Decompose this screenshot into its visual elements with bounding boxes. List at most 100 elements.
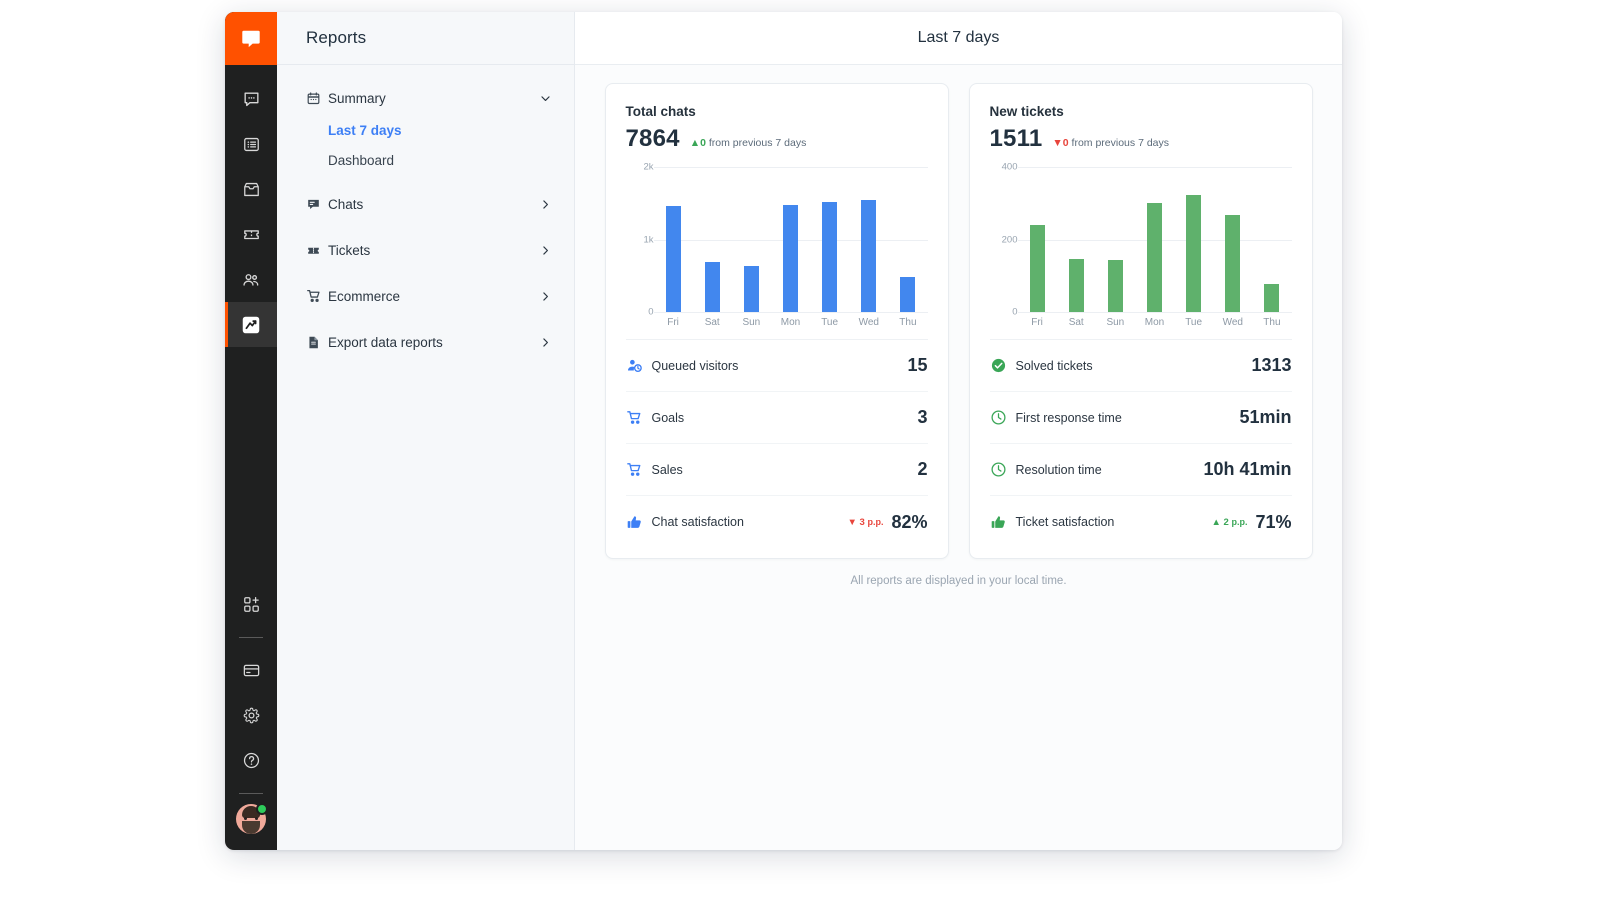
- card-new-tickets: New tickets 1511 ▼0 from previous 7 days…: [968, 83, 1313, 559]
- chevron-right-icon[interactable]: [538, 244, 552, 257]
- chevron-right-icon[interactable]: [538, 198, 552, 211]
- metric-value: 1313: [1251, 355, 1292, 375]
- nav-gap: [277, 313, 574, 325]
- rail-secondary-group: [225, 582, 277, 804]
- rail-item-team[interactable]: [225, 257, 277, 302]
- nav-panel-header: Reports: [277, 12, 574, 65]
- rail-item-apps[interactable]: [225, 582, 277, 627]
- metric-label: First response time: [1015, 410, 1122, 425]
- rail-item-inbox[interactable]: [225, 167, 277, 212]
- bar-sun[interactable]: [743, 266, 759, 312]
- bar-thu[interactable]: [1264, 284, 1280, 312]
- chevron-down-icon[interactable]: [538, 92, 552, 105]
- nav-item-ecommerce[interactable]: Ecommerce: [277, 279, 574, 313]
- metric-delta: ▼ 3 p.p.: [847, 517, 883, 528]
- bars: [654, 167, 928, 312]
- metric-resolution-time[interactable]: Resolution time 10h 41min: [989, 444, 1292, 496]
- nav-subitem-dashboard[interactable]: Dashboard: [277, 145, 574, 175]
- card-title: New tickets: [989, 104, 1064, 119]
- bar-wed[interactable]: [1225, 215, 1241, 312]
- bar-wed[interactable]: [861, 200, 877, 312]
- rail-item-help[interactable]: [225, 738, 277, 783]
- rail-item-archives[interactable]: [225, 122, 277, 167]
- bar-thu[interactable]: [900, 276, 916, 312]
- metric-label: Sales: [651, 462, 683, 477]
- card-delta: ▲0 from previous 7 days: [690, 137, 807, 149]
- metric-label: Ticket satisfaction: [1015, 515, 1115, 529]
- x-tick-label: Sun: [742, 317, 761, 328]
- x-tick-label: Mon: [780, 317, 801, 328]
- bar-slot: [693, 167, 732, 312]
- reports-nav-panel: Reports Summary Last 7 days Dashboard Ch…: [277, 12, 575, 850]
- metric-queued-visitors[interactable]: Queued visitors 15: [625, 340, 928, 392]
- check-circle-icon: [990, 357, 1016, 374]
- ticket-filled-icon: [306, 243, 328, 258]
- nav-subitem-last-7-days[interactable]: Last 7 days: [277, 115, 574, 145]
- summary-cards: Total chats 7864 ▲0 from previous 7 days…: [575, 83, 1342, 559]
- icon-rail: [225, 12, 277, 850]
- x-tick-label: Thu: [1263, 317, 1281, 328]
- metric-sales[interactable]: Sales 2: [625, 444, 928, 496]
- chevron-right-icon[interactable]: [538, 290, 552, 303]
- clock-icon: [990, 409, 1016, 426]
- chart-new-tickets: 0 200 400 Fri Sat Sun Mon Tue Wed Thu: [990, 162, 1292, 328]
- metric-goals[interactable]: Goals 3: [625, 392, 928, 444]
- chart-y-axis: 0 1k 2k: [626, 162, 653, 318]
- bar-mon[interactable]: [1146, 203, 1162, 312]
- metric-delta: ▲ 2 p.p.: [1211, 517, 1247, 528]
- bar-slot: [888, 167, 927, 312]
- bar-tue[interactable]: [822, 201, 838, 312]
- bar-slot: [771, 167, 810, 312]
- chart-total-chats: 0 1k 2k Fri Sat Sun Mon Tue Wed Thu: [626, 162, 928, 328]
- nav-gap: [277, 267, 574, 279]
- y-tick-label: 200: [1001, 234, 1018, 245]
- nav-list: Summary Last 7 days Dashboard Chats Tick…: [277, 65, 574, 359]
- main-body: Total chats 7864 ▲0 from previous 7 days…: [575, 65, 1342, 850]
- metric-label: Chat satisfaction: [651, 515, 744, 529]
- nav-item-chats[interactable]: Chats: [277, 187, 574, 221]
- metric-first-response-time[interactable]: First response time 51min: [989, 392, 1292, 444]
- bar-fri[interactable]: [665, 205, 681, 312]
- rail-item-tickets[interactable]: [225, 212, 277, 257]
- metric-ticket-satisfaction[interactable]: Ticket satisfaction ▲ 2 p.p. 71%: [990, 496, 1292, 548]
- metric-solved-tickets[interactable]: Solved tickets 1313: [989, 340, 1292, 392]
- bar-slot: [1018, 167, 1057, 312]
- metric-value: 82%: [891, 511, 928, 532]
- cart-icon: [626, 461, 652, 478]
- metric-delta-unit: p.p.: [1231, 516, 1248, 527]
- bar-sat[interactable]: [1068, 259, 1084, 312]
- rail-item-chats[interactable]: [225, 77, 277, 122]
- livechat-logo-icon[interactable]: [225, 12, 277, 65]
- main-content: Last 7 days Total chats 7864 ▲0 from pre…: [575, 12, 1342, 850]
- chart-plot: [1017, 167, 1292, 313]
- nav-item-summary[interactable]: Summary: [277, 81, 574, 115]
- rail-divider-bottom: [239, 793, 263, 794]
- bar-mon[interactable]: [782, 204, 798, 312]
- rail-item-billing[interactable]: [225, 648, 277, 693]
- page-title: Reports: [306, 28, 367, 47]
- x-tick-label: Sat: [1068, 317, 1084, 328]
- rail-item-settings[interactable]: [225, 693, 277, 738]
- bar-sat[interactable]: [704, 262, 720, 312]
- delta-arrow: ▲: [689, 137, 701, 149]
- avatar-beard: [242, 821, 260, 834]
- rail-item-reports[interactable]: [225, 302, 277, 347]
- x-tick-label: Fri: [1031, 317, 1043, 328]
- nav-item-export-data-reports[interactable]: Export data reports: [277, 325, 574, 359]
- bar-sun[interactable]: [1107, 260, 1123, 312]
- avatar-eyes: [244, 817, 258, 820]
- metric-chat-satisfaction[interactable]: Chat satisfaction ▼ 3 p.p. 82%: [626, 496, 928, 548]
- chevron-right-icon[interactable]: [538, 336, 552, 349]
- nav-subitem-label: Dashboard: [328, 152, 395, 168]
- nav-item-tickets[interactable]: Tickets: [277, 233, 574, 267]
- bar-tue[interactable]: [1186, 194, 1202, 312]
- metric-value: 10h 41min: [1203, 459, 1292, 479]
- metric-label: Resolution time: [1015, 462, 1102, 477]
- bar-slot: [1096, 167, 1135, 312]
- gridline: [653, 312, 928, 313]
- bar-slot: [654, 167, 693, 312]
- avatar[interactable]: [236, 803, 268, 834]
- x-tick-label: Tue: [821, 317, 839, 328]
- thumbs-up-icon: [626, 514, 652, 531]
- bar-fri[interactable]: [1029, 225, 1045, 312]
